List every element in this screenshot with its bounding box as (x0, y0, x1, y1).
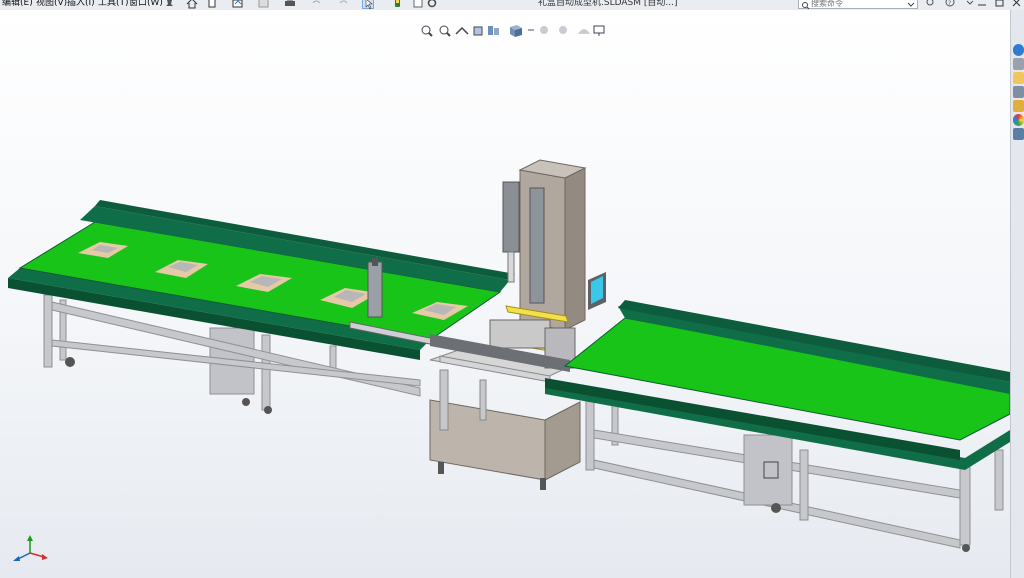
search-box[interactable] (798, 0, 918, 10)
file-properties-icon[interactable] (412, 0, 424, 9)
redo-icon[interactable] (338, 0, 350, 9)
minimize-icon[interactable] (976, 0, 988, 9)
menu-bar: 编辑(E) 视图(V) 插入(I) 工具(T) 窗口(W) 礼盒自动成型机.SL… (0, 0, 1024, 10)
print-icon[interactable] (284, 0, 296, 9)
hmi-touch-screen (588, 272, 606, 310)
pin-icon[interactable] (164, 0, 176, 9)
undo-icon[interactable] (310, 0, 322, 9)
restore-icon[interactable] (994, 0, 1006, 9)
menu-view[interactable]: 视图(V) (36, 0, 67, 8)
resources-icon[interactable] (1013, 44, 1024, 56)
svg-text:?: ? (948, 0, 951, 7)
menu-window[interactable]: 窗口(W) (129, 0, 163, 8)
file-explorer-icon[interactable] (1013, 72, 1024, 84)
save-icon[interactable] (258, 0, 270, 9)
graphics-viewport[interactable] (0, 10, 1010, 578)
new-doc-icon[interactable] (206, 0, 218, 9)
coordinate-triad (10, 535, 50, 565)
design-library-icon[interactable] (1013, 58, 1024, 70)
home-icon[interactable] (186, 0, 198, 9)
right-conveyor[interactable] (545, 300, 1010, 552)
view-palette-icon[interactable] (1013, 86, 1024, 98)
help-icon[interactable]: ? (944, 0, 956, 9)
menu-tools[interactable]: 工具(T) (98, 0, 129, 8)
assembly-model[interactable] (0, 10, 1010, 578)
help-dropdown-icon[interactable] (964, 0, 976, 9)
appearances-icon[interactable] (1013, 100, 1024, 112)
rebuild-icon[interactable] (392, 0, 404, 9)
search-input[interactable] (811, 0, 901, 8)
document-title: 礼盒自动成型机.SLDASM [自动...] (538, 0, 678, 8)
custom-properties-icon[interactable] (1013, 128, 1024, 140)
close-icon[interactable] (1011, 0, 1023, 9)
menu-edit[interactable]: 编辑(E) (2, 0, 33, 8)
user-icon[interactable] (924, 0, 936, 9)
task-pane (1010, 10, 1024, 578)
scenes-icon[interactable] (1013, 114, 1024, 126)
search-icon (801, 0, 810, 10)
left-conveyor[interactable] (8, 200, 515, 414)
search-dropdown-icon[interactable] (907, 0, 915, 10)
open-icon[interactable] (232, 0, 244, 9)
menu-insert[interactable]: 插入(I) (67, 0, 95, 8)
options-icon[interactable] (426, 0, 438, 9)
select-icon[interactable] (362, 0, 374, 10)
